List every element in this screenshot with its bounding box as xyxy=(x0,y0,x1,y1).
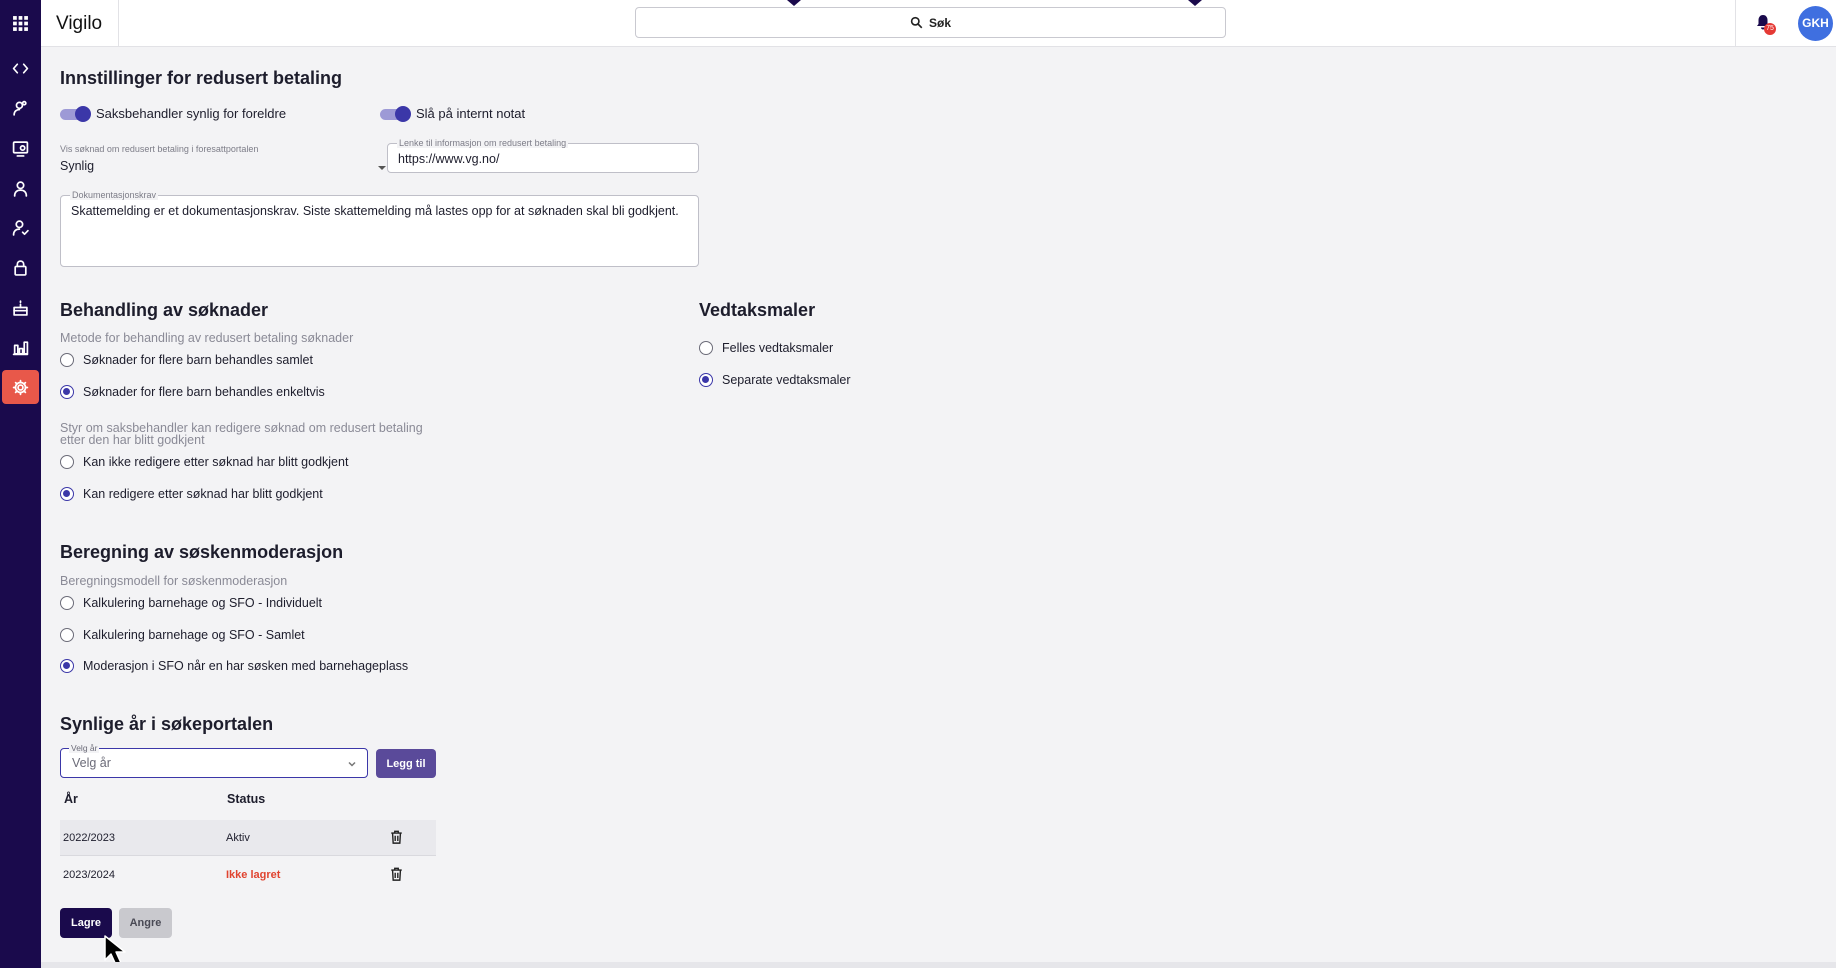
table-row: 2023/2024 Ikke lagret xyxy=(60,857,436,893)
toggle-internal-note[interactable]: Slå på internt notat xyxy=(380,105,526,122)
notification-badge: 75 xyxy=(1764,23,1776,35)
radio-button[interactable] xyxy=(699,373,713,387)
notch-marker xyxy=(787,0,801,6)
visibility-select[interactable]: Vis søknad om redusert betaling i foresa… xyxy=(60,144,386,174)
radio-button[interactable] xyxy=(699,341,713,355)
documentation-value: Skattemelding er et dokumentasjonskrav. … xyxy=(71,204,679,218)
method-label: Metode for behandling av redusert betali… xyxy=(60,331,354,345)
radio-label: Søknader for flere barn behandles enkelt… xyxy=(83,385,325,399)
trash-icon xyxy=(391,830,402,844)
sidebar xyxy=(0,0,41,968)
apps-grid-icon[interactable] xyxy=(2,6,39,40)
radio-sibling-sfo[interactable]: Moderasjon i SFO når en har søsken med b… xyxy=(60,659,408,673)
radio-sibling-combined[interactable]: Kalkulering barnehage og SFO - Samlet xyxy=(60,628,305,642)
visibility-value: Synlig xyxy=(60,159,95,173)
trash-icon xyxy=(391,867,402,881)
radio-button[interactable] xyxy=(60,487,74,501)
year-cell: 2022/2023 xyxy=(63,832,115,844)
radio-label: Kalkulering barnehage og SFO - Individue… xyxy=(83,596,323,610)
edit-label: Styr om saksbehandler kan redigere søkna… xyxy=(60,421,423,447)
radio-button[interactable] xyxy=(60,628,74,642)
status-cell: Ikke lagret xyxy=(226,869,281,881)
year-select[interactable]: Velg år Velg år xyxy=(60,743,368,778)
delete-row-button[interactable] xyxy=(390,867,404,883)
search-icon xyxy=(910,16,923,29)
code-icon[interactable] xyxy=(2,51,39,85)
sibling-model-label: Beregningsmodell for søskenmoderasjon xyxy=(60,574,288,588)
monitor-settings-icon[interactable] xyxy=(2,131,39,165)
radio-label: Kan redigere etter søknad har blitt godk… xyxy=(83,487,323,501)
radio-label: Separate vedtaksmaler xyxy=(722,373,851,387)
visibility-label: Vis søknad om redusert betaling i foresa… xyxy=(60,144,259,154)
app-title: Vigilo xyxy=(41,0,119,47)
toggle-switch[interactable] xyxy=(60,105,91,122)
radio-label: Felles vedtaksmaler xyxy=(722,341,834,355)
top-header: Vigilo Søk 75 GKH xyxy=(41,0,1836,47)
toggle-switch[interactable] xyxy=(380,105,411,122)
radio-label: Kalkulering barnehage og SFO - Samlet xyxy=(83,628,305,642)
person-icon[interactable] xyxy=(2,171,39,205)
gear-icon[interactable] xyxy=(2,370,39,404)
radio-method-combined[interactable]: Søknader for flere barn behandles samlet xyxy=(60,353,313,367)
user-search-icon[interactable] xyxy=(2,91,39,125)
header-divider xyxy=(1735,0,1736,47)
toggle-caseworker-visible[interactable]: Saksbehandler synlig for foreldre xyxy=(60,105,287,122)
radio-edit-allowed[interactable]: Kan redigere etter søknad har blitt godk… xyxy=(60,487,323,501)
radio-button[interactable] xyxy=(60,596,74,610)
years-title: Synlige år i søkeportalen xyxy=(60,714,274,734)
year-cell: 2023/2024 xyxy=(63,869,115,881)
radio-templates-separate[interactable]: Separate vedtaksmaler xyxy=(699,373,851,387)
table-row: 2022/2023 Aktiv xyxy=(60,820,436,856)
year-select-placeholder: Velg år xyxy=(72,756,111,770)
year-select-label: Velg år xyxy=(69,743,100,753)
radio-button[interactable] xyxy=(60,353,74,367)
info-link-value: https://www.vg.no/ xyxy=(398,152,500,166)
search-label: Søk xyxy=(928,15,951,30)
radio-label: Kan ikke redigere etter søknad har blitt… xyxy=(83,455,349,469)
templates-title: Vedtaksmaler xyxy=(699,300,816,320)
user-check-icon[interactable] xyxy=(2,210,39,244)
radio-templates-shared[interactable]: Felles vedtaksmaler xyxy=(699,341,833,355)
documentation-label: Dokumentasjonskrav xyxy=(70,190,159,200)
column-header-year: År xyxy=(64,792,78,806)
radio-button[interactable] xyxy=(60,659,74,673)
notch-marker xyxy=(1188,0,1202,6)
search-button[interactable]: Søk xyxy=(635,7,1226,38)
documentation-textarea[interactable]: Dokumentasjonskrav Skattemelding er et d… xyxy=(60,190,699,267)
radio-label: Moderasjon i SFO når en har søsken med b… xyxy=(83,659,409,673)
settings-page: Innstillinger for redusert betaling Saks… xyxy=(41,47,1836,968)
sibling-title: Beregning av søskenmoderasjon xyxy=(60,542,344,562)
radio-button[interactable] xyxy=(60,385,74,399)
add-year-button[interactable]: Legg til xyxy=(376,749,436,778)
status-cell: Aktiv xyxy=(226,832,250,844)
caret-down-icon xyxy=(378,166,386,170)
toggle-label: Saksbehandler synlig for foreldre xyxy=(96,106,287,121)
radio-edit-not-allowed[interactable]: Kan ikke redigere etter søknad har blitt… xyxy=(60,455,348,469)
bar-chart-icon[interactable] xyxy=(2,330,39,364)
radio-label: Søknader for flere barn behandles samlet xyxy=(83,353,313,367)
lock-icon[interactable] xyxy=(2,250,39,284)
notifications-button[interactable]: 75 xyxy=(1754,13,1776,35)
avatar[interactable]: GKH xyxy=(1798,6,1833,41)
radio-method-individual[interactable]: Søknader for flere barn behandles enkelt… xyxy=(60,385,325,399)
settings-title: Innstillinger for redusert betaling xyxy=(60,68,343,88)
cake-icon[interactable] xyxy=(2,290,39,324)
info-link-field[interactable]: Lenke til informasjon om redusert betali… xyxy=(387,138,699,173)
radio-button[interactable] xyxy=(60,455,74,469)
chevron-down-icon xyxy=(348,761,356,767)
radio-sibling-individual[interactable]: Kalkulering barnehage og SFO - Individue… xyxy=(60,596,322,610)
info-link-label: Lenke til informasjon om redusert betali… xyxy=(397,138,569,148)
delete-row-button[interactable] xyxy=(390,830,404,846)
toggle-label: Slå på internt notat xyxy=(416,106,526,121)
column-header-status: Status xyxy=(227,792,266,806)
processing-title: Behandling av søknader xyxy=(60,300,269,320)
bottom-scrollbar[interactable] xyxy=(41,962,1836,968)
